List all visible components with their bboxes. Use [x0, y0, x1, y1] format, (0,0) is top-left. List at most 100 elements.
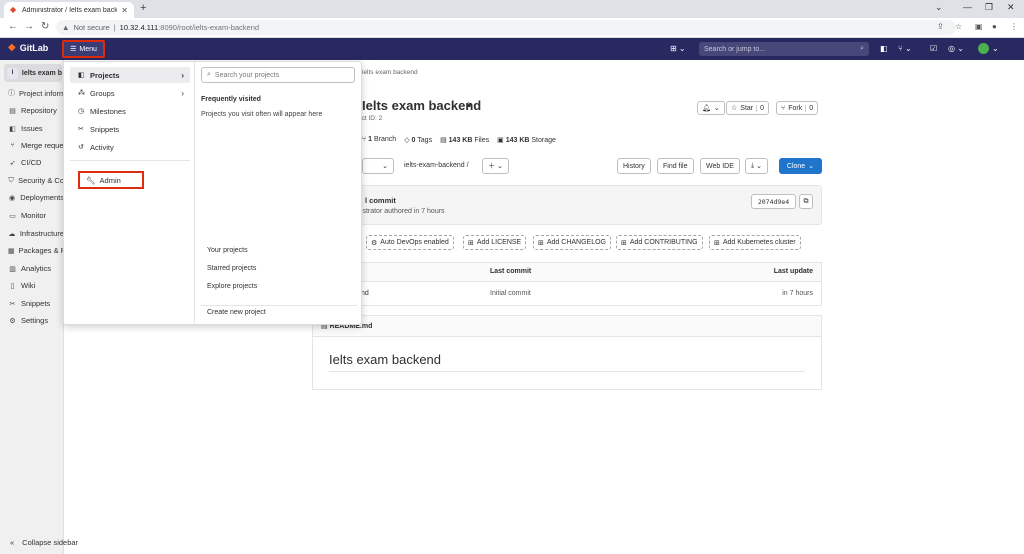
file-last-commit[interactable]: Initial commit: [490, 290, 531, 297]
history-button[interactable]: History: [617, 158, 651, 174]
sidebar-item-snippets[interactable]: ✂ Snippets: [8, 299, 64, 308]
menu-item-activity[interactable]: ↺ Activity: [70, 139, 190, 155]
chevron-right-icon: ›: [181, 70, 184, 80]
web-ide-button[interactable]: Web IDE: [700, 158, 740, 174]
project-search-placeholder: Search your projects: [214, 71, 280, 79]
add-file-dropdown[interactable]: ＋ ⌄: [482, 158, 509, 174]
file-icon: ▤: [440, 137, 447, 144]
shield-icon: ⛉: [8, 176, 14, 184]
auto-devops-button[interactable]: ⚙ Auto DevOps enabled: [366, 235, 454, 250]
bell-icon: 🔔︎: [702, 105, 711, 112]
close-tab-icon[interactable]: ✕: [121, 6, 128, 15]
merge-requests-header-icon[interactable]: ⑂ ⌄: [898, 44, 912, 53]
clone-button[interactable]: Clone ⌄: [779, 158, 822, 174]
side-panel-icon[interactable]: ▣: [975, 22, 983, 31]
search-placeholder: Search or jump to...: [704, 45, 766, 53]
project-letter-avatar: I: [7, 67, 18, 79]
forward-icon[interactable]: →: [24, 21, 34, 32]
back-icon[interactable]: ←: [8, 21, 18, 32]
tanuki-icon: ◆: [8, 42, 16, 53]
sidebar-item-issues[interactable]: ◧ Issues: [8, 124, 64, 133]
help-icon[interactable]: ◎ ⌄: [948, 44, 964, 53]
not-secure-label: Not secure: [73, 23, 110, 32]
download-button[interactable]: ⤓ ⌄: [745, 158, 768, 174]
tab-title: Administrator / Ielts exam backe: [22, 6, 118, 14]
sidebar-item-merge-requests[interactable]: ⑂ Merge reque: [8, 141, 64, 150]
add-license-button[interactable]: ⊞ Add LICENSE: [463, 235, 527, 250]
avatar-chevron-icon[interactable]: ⌄: [992, 44, 999, 53]
storage-link[interactable]: ▣ 143 KB Storage: [497, 136, 556, 144]
share-icon[interactable]: ⇪: [937, 22, 944, 31]
files-link[interactable]: ▤ 143 KB Files: [440, 136, 489, 144]
sidebar-item-deployments[interactable]: ◉ Deployments: [8, 193, 64, 202]
notification-button[interactable]: 🔔︎ ⌄: [697, 101, 725, 115]
tab-search-icon[interactable]: ⌄: [935, 2, 943, 13]
address-bar[interactable]: ▲ Not secure | 10.32.4.111:8090/root/iel…: [56, 20, 956, 35]
star-button[interactable]: ☆ Star 0: [726, 101, 770, 115]
cloud-icon: ☁: [8, 230, 16, 238]
reload-icon[interactable]: ↻: [41, 21, 49, 32]
main-menu-dropdown: ◧ Projects › ⁂ Groups › ◷ Milestones ✂ Snippet…: [63, 61, 362, 326]
menu-item-admin[interactable]: 🔧︎ Admin: [78, 171, 144, 189]
files-table: Last commit Last update nd Initial commi…: [312, 262, 822, 306]
menu-divider: [70, 160, 190, 161]
add-kubernetes-button[interactable]: ⊞ Add Kubernetes cluster: [709, 235, 801, 250]
new-item-icon[interactable]: ⊞ ⌄: [670, 44, 686, 53]
close-window-icon[interactable]: ✕: [1007, 2, 1015, 13]
project-search-input[interactable]: ⌕ Search your projects: [201, 67, 355, 83]
menu-column-divider: [194, 62, 195, 326]
table-row[interactable]: nd Initial commit in 7 hours: [313, 283, 821, 305]
browser-tab[interactable]: ◆ Administrator / Ielts exam backe ✕: [4, 2, 134, 18]
chrome-menu-icon[interactable]: ⋮: [1010, 22, 1018, 31]
sidebar-project[interactable]: I Ielts exam b: [4, 64, 62, 82]
starred-projects-link[interactable]: Starred projects: [207, 265, 256, 272]
chevron-down-icon: ⌄: [496, 163, 503, 170]
menu-item-groups[interactable]: ⁂ Groups ›: [70, 85, 190, 101]
bookmark-star-icon[interactable]: ☆: [955, 22, 962, 31]
search-input[interactable]: Search or jump to... ⌕: [699, 42, 869, 56]
commit-sha[interactable]: 2074d9e4: [751, 194, 796, 209]
add-contributing-button[interactable]: ⊞ Add CONTRIBUTING: [616, 235, 703, 250]
tags-link[interactable]: ◇ 0 Tags: [404, 136, 432, 144]
add-changelog-button[interactable]: ⊞ Add CHANGELOG: [533, 235, 612, 250]
branch-selector[interactable]: ⌄: [362, 158, 394, 174]
sidebar-item-cicd[interactable]: ➶ CI/CD: [8, 158, 64, 167]
your-projects-link[interactable]: Your projects: [207, 247, 248, 254]
hamburger-icon: ☰: [70, 46, 77, 53]
clock-icon: ◷: [78, 108, 85, 115]
sidebar-item-settings[interactable]: ⚙ Settings: [8, 316, 64, 325]
sidebar-item-analytics[interactable]: ▥ Analytics: [8, 264, 64, 273]
sidebar-item-infrastructure[interactable]: ☁ Infrastructure: [8, 229, 64, 238]
file-name[interactable]: nd: [361, 290, 369, 297]
sidebar-item-repository[interactable]: ▤ Repository: [8, 106, 64, 115]
commit-title[interactable]: l commit: [365, 196, 396, 205]
maximize-icon[interactable]: ❐: [985, 2, 993, 13]
breadcrumb[interactable]: ielts exam backend: [362, 69, 418, 76]
menu-button[interactable]: ☰ Menu: [62, 40, 105, 58]
issues-header-icon[interactable]: ◧: [880, 44, 888, 53]
user-avatar[interactable]: [978, 43, 989, 54]
find-file-button[interactable]: Find file: [657, 158, 694, 174]
branches-link[interactable]: ⑂ 1 Branch: [362, 136, 396, 144]
monitor-icon: ▭: [9, 212, 16, 220]
new-tab-icon[interactable]: +: [140, 2, 146, 14]
readme-panel: ▤ README.md Ielts exam backend: [312, 315, 822, 390]
explore-projects-link[interactable]: Explore projects: [207, 283, 257, 290]
create-new-project-link[interactable]: Create new project: [207, 309, 266, 316]
sidebar-item-security[interactable]: ⛉ Security & Co: [8, 176, 64, 185]
profile-icon[interactable]: ●: [992, 22, 997, 31]
readme-header: ▤ README.md: [313, 316, 821, 337]
copy-sha-button[interactable]: ⧉: [799, 194, 813, 209]
gitlab-logo[interactable]: ◆ GitLab: [8, 42, 48, 53]
menu-item-milestones[interactable]: ◷ Milestones: [70, 103, 190, 119]
sidebar-item-monitor[interactable]: ▭ Monitor: [8, 211, 64, 220]
minimize-icon[interactable]: —: [963, 2, 972, 12]
menu-item-projects[interactable]: ◧ Projects ›: [70, 67, 190, 83]
fork-button[interactable]: ⑂ Fork 0: [776, 101, 819, 115]
sidebar-item-wiki[interactable]: ▯ Wiki: [8, 281, 64, 290]
todos-icon[interactable]: ☑: [930, 44, 937, 53]
sidebar-item-project-information[interactable]: ⓘ Project inform: [8, 88, 64, 98]
sidebar-item-packages[interactable]: ▦ Packages & R: [8, 246, 64, 255]
menu-item-snippets[interactable]: ✂ Snippets: [70, 121, 190, 137]
collapse-sidebar-button[interactable]: « Collapse sidebar: [10, 538, 78, 547]
